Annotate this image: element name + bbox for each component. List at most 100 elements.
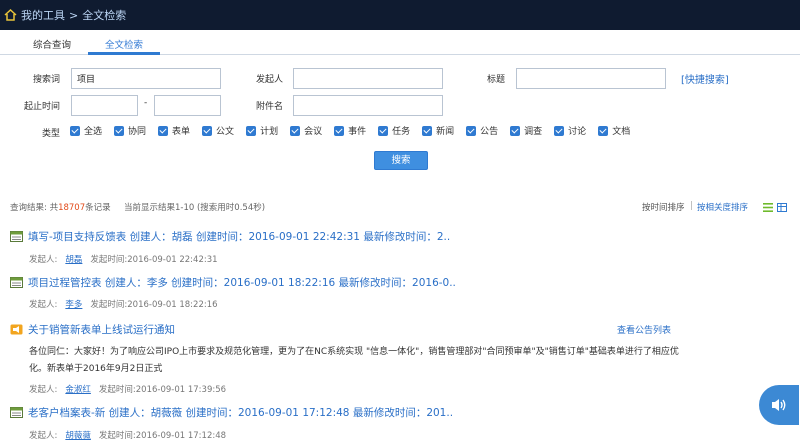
result-title-link[interactable]: 项目过程管控表 创建人：李多 创建时间：2016-09-01 18:22:16 … (10, 275, 456, 290)
type-checkbox[interactable]: 任务 (378, 124, 410, 137)
meta-label: 发起人: (29, 300, 58, 310)
form-icon (10, 277, 23, 288)
date-from-input[interactable] (71, 95, 138, 116)
type-option-label: 协同 (128, 127, 147, 137)
breadcrumb-separator: > (69, 8, 79, 22)
result-count-prefix: 查询结果: 共 (10, 203, 59, 213)
checkbox-checked-icon[interactable] (334, 125, 345, 136)
attachment-label: 附件名 (256, 102, 284, 112)
tab-fulltext-search[interactable]: 全文检索 (105, 37, 143, 51)
initiator-link[interactable]: 金淑红 (65, 385, 91, 395)
result-excerpt-line1: 各位同仁：大家好！为了响应公司IPO上市要求及规范化管理，更为了在NC系统实现 … (29, 347, 679, 357)
initiator-link[interactable]: 胡薇薇 (65, 431, 91, 441)
type-checkbox[interactable]: 计划 (246, 124, 278, 137)
type-checkbox[interactable]: 协同 (114, 124, 146, 137)
result-title[interactable]: 老客户档案表-新 创建人：胡薇薇 创建时间：2016-09-01 17:12:4… (28, 405, 453, 420)
type-checkbox[interactable]: 事件 (334, 124, 366, 137)
form-icon (10, 231, 23, 242)
result-meta: 发起人: 李多 发起时间:2016-09-01 18:22:16 (29, 298, 218, 310)
checkbox-checked-icon[interactable] (114, 125, 125, 136)
date-separator: - (144, 98, 148, 108)
search-button[interactable]: 搜索 (374, 151, 428, 170)
result-title-link[interactable]: 填写-项目支持反馈表 创建人：胡磊 创建时间：2016-09-01 22:42:… (10, 229, 450, 244)
initiator-input[interactable] (293, 68, 443, 89)
attachment-input[interactable] (293, 95, 443, 116)
type-checkbox[interactable]: 公文 (202, 124, 234, 137)
checkbox-checked-icon[interactable] (246, 125, 257, 136)
breadcrumb-current: 全文检索 (82, 9, 127, 22)
result-excerpt-line2: 化。新表单于2016年9月2日正式 (29, 364, 163, 374)
checkbox-checked-icon[interactable] (554, 125, 565, 136)
type-label: 类型 (42, 129, 61, 139)
quick-search-link[interactable]: [快捷搜索] (681, 71, 729, 86)
type-checkbox-group: 全选 协同 表单 公文 计划 会议 事件 任务 新闻 公告 调查 讨论 文档 (70, 124, 642, 137)
result-title[interactable]: 关于销管新表单上线试运行通知 (28, 322, 175, 337)
type-option-label: 公告 (480, 127, 499, 137)
type-option-label: 任务 (392, 127, 411, 137)
type-option-label: 全选 (84, 127, 103, 137)
title-label: 标题 (487, 75, 506, 85)
initiator-link[interactable]: 李多 (65, 300, 82, 310)
checkbox-checked-icon[interactable] (290, 125, 301, 136)
result-total: 18707 (58, 203, 86, 213)
type-checkbox[interactable]: 全选 (70, 124, 102, 137)
checkbox-checked-icon[interactable] (510, 125, 521, 136)
checkbox-checked-icon[interactable] (422, 125, 433, 136)
grid-view-icon[interactable] (777, 203, 787, 212)
type-option-label: 会议 (304, 127, 323, 137)
result-title-link[interactable]: 关于销管新表单上线试运行通知 (10, 322, 175, 337)
form-icon (10, 407, 23, 418)
type-option-label: 新闻 (436, 127, 455, 137)
type-checkbox[interactable]: 表单 (158, 124, 190, 137)
type-option-label: 讨论 (568, 127, 587, 137)
type-option-label: 计划 (260, 127, 279, 137)
result-title-link[interactable]: 老客户档案表-新 创建人：胡薇薇 创建时间：2016-09-01 17:12:4… (10, 405, 453, 420)
date-range-label: 起止时间 (24, 102, 61, 112)
type-option-label: 公文 (216, 127, 235, 137)
tab-combined-query[interactable]: 综合查询 (33, 37, 71, 51)
home-icon[interactable] (4, 9, 17, 21)
keyword-label: 搜索词 (33, 75, 61, 85)
checkbox-checked-icon[interactable] (202, 125, 213, 136)
result-meta: 发起人: 胡薇薇 发起时间:2016-09-01 17:12:48 (29, 429, 226, 441)
meta-time: 发起时间:2016-09-01 17:39:56 (98, 385, 227, 395)
initiator-link[interactable]: 胡磊 (65, 255, 82, 265)
list-view-icon[interactable] (763, 203, 773, 212)
sort-by-time[interactable]: 按时间排序 (642, 201, 685, 213)
type-checkbox[interactable]: 新闻 (422, 124, 454, 137)
type-checkbox[interactable]: 文档 (598, 124, 630, 137)
checkbox-checked-icon[interactable] (378, 125, 389, 136)
type-option-label: 表单 (172, 127, 191, 137)
view-announcement-list-link[interactable]: 查看公告列表 (617, 323, 671, 336)
checkbox-checked-icon[interactable] (158, 125, 169, 136)
type-checkbox[interactable]: 公告 (466, 124, 498, 137)
sort-separator: | (690, 201, 693, 211)
tab-bar: 综合查询 全文检索 (0, 30, 800, 55)
meta-time: 发起时间:2016-09-01 17:12:48 (98, 431, 227, 441)
meta-time: 发起时间:2016-09-01 18:22:16 (90, 300, 218, 310)
type-option-label: 文档 (612, 127, 631, 137)
meta-label: 发起人: (29, 255, 58, 265)
result-title[interactable]: 项目过程管控表 创建人：李多 创建时间：2016-09-01 18:22:16 … (28, 275, 456, 290)
result-meta: 发起人: 胡磊 发起时间:2016-09-01 22:42:31 (29, 253, 218, 265)
checkbox-checked-icon[interactable] (598, 125, 609, 136)
checkbox-checked-icon[interactable] (70, 125, 80, 136)
type-option-label: 事件 (348, 127, 367, 137)
type-checkbox[interactable]: 会议 (290, 124, 322, 137)
sort-by-relevance[interactable]: 按相关度排序 (697, 201, 748, 213)
checkbox-checked-icon[interactable] (466, 125, 477, 136)
meta-label: 发起人: (29, 431, 58, 441)
breadcrumb-my-tools[interactable]: 我的工具 (21, 7, 65, 23)
type-checkbox[interactable]: 讨论 (554, 124, 586, 137)
speaker-icon (772, 399, 786, 411)
keyword-input[interactable] (71, 68, 221, 89)
title-input[interactable] (516, 68, 666, 89)
type-checkbox[interactable]: 调查 (510, 124, 542, 137)
top-bar: 我的工具 > 全文检索 (0, 0, 800, 30)
result-count-suffix: 条记录 (85, 203, 111, 213)
result-title[interactable]: 填写-项目支持反馈表 创建人：胡磊 创建时间：2016-09-01 22:42:… (28, 229, 450, 244)
date-to-input[interactable] (154, 95, 221, 116)
result-summary-bar: 查询结果: 共18707条记录 当前显示结果1-10 (搜索用时0.54秒) 按… (0, 196, 800, 216)
result-meta: 发起人: 金淑红 发起时间:2016-09-01 17:39:56 (29, 383, 226, 395)
speaker-button[interactable] (759, 385, 799, 425)
